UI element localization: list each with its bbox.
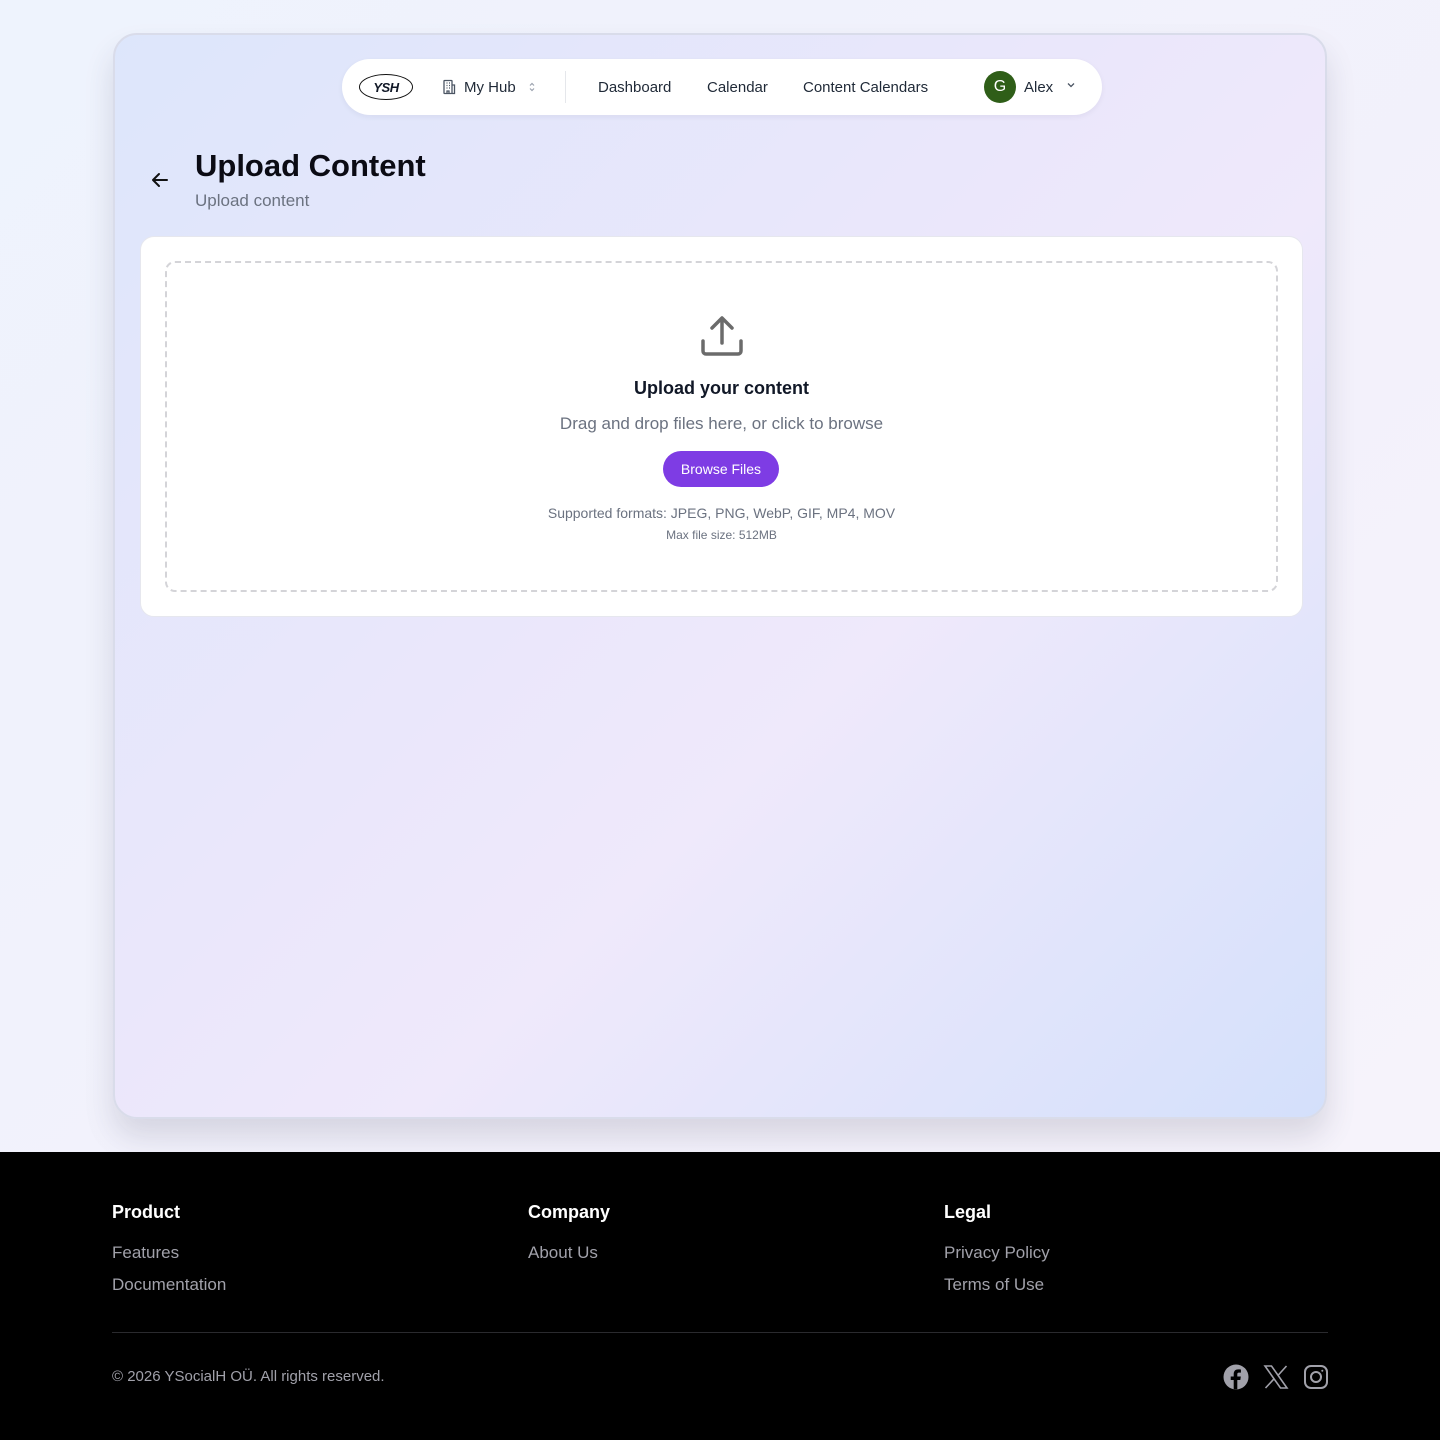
user-menu[interactable]: G Alex (984, 71, 1077, 103)
max-file-size: Max file size: 512MB (666, 528, 777, 542)
footer-heading: Legal (944, 1202, 992, 1222)
footer-column-legal: Legal Privacy Policy Terms of Use (944, 1202, 1050, 1307)
upload-description: Drag and drop files here, or click to br… (559, 414, 884, 433)
back-button[interactable] (148, 168, 172, 192)
chevron-updown-icon (527, 81, 537, 93)
page-title: Upload Content (195, 148, 426, 183)
upload-card: Upload your content Drag and drop files … (140, 236, 1303, 617)
top-navbar: YSH My Hub Dashboard Calendar Content Ca… (342, 59, 1102, 115)
user-name: Alex (1024, 78, 1054, 96)
nav-link-content-calendars[interactable]: Content Calendars (803, 59, 928, 115)
nav-link-calendar[interactable]: Calendar (707, 59, 768, 115)
footer-link-documentation[interactable]: Documentation (112, 1275, 226, 1295)
footer-link-features[interactable]: Features (112, 1243, 226, 1263)
chevron-down-icon (1065, 78, 1077, 96)
nav-link-dashboard[interactable]: Dashboard (598, 59, 671, 115)
logo-text: YSH (373, 79, 399, 95)
upload-dropzone[interactable]: Upload your content Drag and drop files … (165, 261, 1278, 592)
footer-link-privacy-policy[interactable]: Privacy Policy (944, 1243, 1050, 1263)
footer-column-company: Company About Us (528, 1202, 610, 1275)
browse-files-button[interactable]: Browse Files (663, 451, 779, 487)
footer-column-product: Product Features Documentation (112, 1202, 226, 1307)
hub-label: My Hub (464, 78, 516, 96)
upload-icon (699, 313, 745, 359)
nav-divider (565, 71, 566, 103)
app-frame: YSH My Hub Dashboard Calendar Content Ca… (113, 33, 1327, 1119)
arrow-left-icon (148, 173, 172, 196)
supported-formats: Supported formats: JPEG, PNG, WebP, GIF,… (547, 505, 896, 521)
footer-link-about-us[interactable]: About Us (528, 1243, 610, 1263)
instagram-icon[interactable] (1303, 1364, 1329, 1390)
footer-heading: Product (112, 1202, 181, 1222)
avatar: G (984, 71, 1016, 103)
copyright: © 2026 YSocialH OÜ. All rights reserved. (112, 1368, 385, 1385)
footer-heading: Company (528, 1202, 611, 1222)
footer: Product Features Documentation Company A… (0, 1152, 1440, 1440)
x-icon[interactable] (1263, 1364, 1289, 1390)
facebook-icon[interactable] (1223, 1364, 1249, 1390)
logo[interactable]: YSH (359, 74, 413, 100)
avatar-initial: G (993, 78, 1007, 95)
footer-divider (112, 1332, 1328, 1333)
upload-title: Upload your content (634, 378, 809, 398)
page-subtitle: Upload content (195, 191, 310, 210)
hub-switcher[interactable]: My Hub (441, 59, 537, 115)
footer-link-terms-of-use[interactable]: Terms of Use (944, 1275, 1050, 1295)
building-icon (441, 79, 457, 95)
